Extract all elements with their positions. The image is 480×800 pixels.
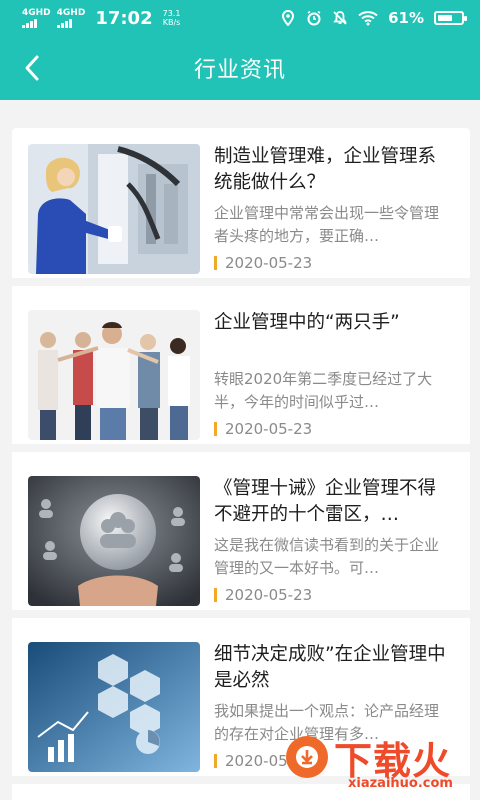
business-analytics-image <box>28 642 200 772</box>
battery-percent: 61% <box>388 9 424 27</box>
status-right: 61% <box>280 9 467 27</box>
article-title: 企业管理中的“两只手” <box>214 312 400 333</box>
crystal-ball-image <box>28 476 200 606</box>
factory-worker-image <box>28 144 200 274</box>
article-title: 制造业管理难，企业管理系统能做什么？ <box>214 146 437 193</box>
article-item[interactable]: 制造业管理难，企业管理系统能做什么？ 企业管理中常常会出现一些令管理者头疼的地方… <box>12 128 470 286</box>
alarm-icon <box>306 10 322 26</box>
article-date: 2020-05-23 <box>214 420 312 438</box>
date-marker <box>214 422 217 436</box>
page-title: 行业资讯 <box>193 58 286 83</box>
app-header: 行业资讯 <box>0 36 480 100</box>
status-bar: 4GHD 4GHD 17:02 73.1 KB/s 61% <box>0 0 480 36</box>
chevron-left-icon <box>25 55 39 81</box>
watermark: 下载火 xiazaihuo.com <box>286 732 474 796</box>
signal-2-label: 4GHD <box>56 7 86 18</box>
clock: 17:02 <box>95 7 153 29</box>
watermark-subtext: xiazaihuo.com <box>348 776 453 791</box>
article-thumbnail <box>28 642 200 772</box>
speed-value: 73.1 <box>162 9 181 18</box>
article-summary: 转眼2020年第二季度已经过了大半，今年的时间似乎过… <box>214 370 433 411</box>
mute-icon <box>332 10 348 26</box>
signal-1-label: 4GHD <box>22 7 51 18</box>
article-thumbnail <box>28 476 200 606</box>
location-icon <box>280 9 296 27</box>
article-date-text: 2020-05-23 <box>225 254 313 272</box>
article-title: 《管理十诫》企业管理不得不避开的十个雷区，… <box>214 478 437 525</box>
speed-unit: KB/s <box>162 18 181 27</box>
status-left: 4GHD 4GHD 17:02 73.1 KB/s <box>22 8 180 29</box>
article-list: 制造业管理难，企业管理系统能做什么？ 企业管理中常常会出现一些令管理者头疼的地方… <box>12 128 470 800</box>
signal-2: 4GHD <box>56 7 86 28</box>
app-screen: 4GHD 4GHD 17:02 73.1 KB/s 61% 行业资讯 制造业管理… <box>0 0 480 800</box>
article-title: 细节决定成败”在企业管理中是必然 <box>214 644 446 691</box>
signal-1: 4GHD <box>22 7 51 28</box>
date-marker <box>214 256 217 270</box>
article-item[interactable]: 企业管理中的“两只手” 转眼2020年第二季度已经过了大半，今年的时间似乎过… … <box>12 294 470 452</box>
people-pointing-image <box>28 310 200 440</box>
battery-icon <box>434 11 467 25</box>
network-speed: 73.1 KB/s <box>163 9 181 27</box>
article-thumbnail <box>28 310 200 440</box>
article-summary: 企业管理中常常会出现一些令管理者头疼的地方，要正确… <box>214 204 440 245</box>
date-marker <box>214 754 217 768</box>
wifi-icon <box>358 10 378 26</box>
article-thumbnail <box>28 144 200 274</box>
article-item[interactable]: 《管理十诫》企业管理不得不避开的十个雷区，… 这是我在微信读书看到的关于企业管理… <box>12 460 470 618</box>
article-date-text: 2020-05-23 <box>225 420 313 438</box>
article-summary: 这是我在微信读书看到的关于企业管理的又一本好书。可… <box>214 536 440 577</box>
article-date: 2020-05-23 <box>214 254 312 272</box>
date-marker <box>214 588 217 602</box>
article-date-text: 2020-05-23 <box>225 586 313 604</box>
back-button[interactable] <box>14 50 50 86</box>
watermark-logo-icon <box>286 736 328 778</box>
article-date: 2020-05-23 <box>214 586 312 604</box>
